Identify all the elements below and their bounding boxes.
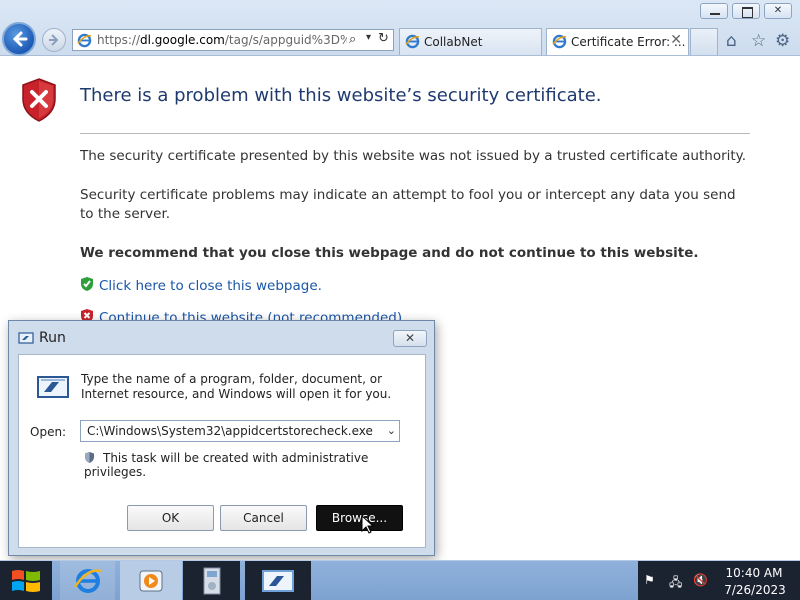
ie-page-icon	[552, 34, 567, 49]
open-combobox[interactable]: C:\Windows\System32\appidcertstorecheck.…	[80, 420, 400, 442]
maximize-button[interactable]	[732, 3, 760, 19]
action-center-flag-icon[interactable]: ⚑	[644, 573, 655, 587]
system-tray: ⚑ 🖧 🔇 10:40 AM 7/26/2023	[638, 561, 800, 600]
media-player-icon	[139, 570, 163, 592]
start-button[interactable]	[0, 561, 52, 600]
divider	[80, 133, 750, 134]
chevron-down-icon[interactable]: ⌄	[387, 424, 396, 437]
chevron-down-icon[interactable]: ▾	[366, 32, 371, 43]
favorites-star-icon[interactable]: ☆	[751, 31, 766, 51]
tab-certificate-error[interactable]: Certificate Error: ... ✕	[546, 28, 689, 55]
recommendation-text: We recommend that you close this webpage…	[80, 245, 699, 261]
uac-shield-icon	[85, 452, 94, 463]
new-tab-button[interactable]	[690, 28, 718, 55]
close-icon: ✕	[404, 331, 416, 345]
taskbar-admin-tools[interactable]	[183, 561, 240, 600]
ok-button[interactable]: OK	[127, 505, 214, 531]
home-icon[interactable]: ⌂	[726, 31, 737, 51]
run-icon	[262, 570, 294, 592]
page-title: There is a problem with this website’s s…	[80, 85, 602, 106]
forward-arrow-icon	[49, 34, 59, 46]
run-close-button[interactable]: ✕	[393, 330, 427, 347]
close-webpage-link[interactable]: Click here to close this webpage.	[80, 276, 322, 294]
volume-muted-icon[interactable]: 🔇	[693, 573, 708, 587]
open-label: Open:	[30, 425, 67, 439]
forward-button[interactable]	[42, 28, 66, 52]
internet-explorer-icon	[73, 569, 101, 593]
tab-label: CollabNet	[424, 35, 483, 49]
ie-page-icon	[405, 34, 420, 49]
back-arrow-icon	[12, 31, 28, 47]
close-tab-icon[interactable]: ✕	[670, 32, 682, 48]
green-shield-check-icon	[81, 277, 93, 291]
browse-button[interactable]: Browse...	[316, 505, 403, 531]
refresh-icon[interactable]: ↻	[378, 31, 389, 46]
run-description: Type the name of a program, folder, docu…	[81, 372, 392, 401]
run-titlebar[interactable]: Run ✕	[9, 321, 434, 355]
browser-frame: ✕ https://dl.google.com/tag/s/appguid%3D…	[0, 0, 800, 56]
close-icon: ✕	[773, 5, 783, 16]
minimize-button[interactable]	[700, 3, 728, 19]
search-icon[interactable]: ⌕	[349, 32, 356, 47]
ie-page-icon	[77, 33, 92, 48]
run-dialog-title: Run	[39, 330, 66, 346]
clock-time[interactable]: 10:40 AM	[724, 566, 784, 580]
taskbar-internet-explorer[interactable]	[60, 561, 115, 600]
paragraph-trust: The security certificate presented by th…	[80, 148, 747, 164]
taskbar-run[interactable]	[245, 561, 311, 600]
admin-tools-icon	[203, 567, 220, 595]
open-input[interactable]: C:\Windows\System32\appidcertstorecheck.…	[87, 424, 373, 438]
clock-date[interactable]: 7/26/2023	[720, 583, 790, 597]
tab-collabnet[interactable]: CollabNet	[399, 28, 542, 55]
gear-icon[interactable]: ⚙	[775, 31, 790, 51]
address-bar[interactable]: https://dl.google.com/tag/s/appguid%3D%7…	[72, 29, 394, 51]
taskbar-media-player[interactable]	[120, 561, 182, 600]
cancel-button[interactable]: Cancel	[220, 505, 307, 531]
address-url[interactable]: https://dl.google.com/tag/s/appguid%3D%7…	[97, 33, 347, 47]
run-program-icon	[37, 376, 69, 398]
back-button[interactable]	[2, 22, 36, 56]
close-window-button[interactable]: ✕	[764, 3, 792, 19]
mouse-cursor-icon	[361, 515, 375, 534]
run-icon	[18, 332, 34, 344]
network-icon[interactable]: 🖧	[669, 573, 682, 594]
tab-label: Certificate Error: ...	[571, 35, 686, 49]
taskbar: ⚑ 🖧 🔇 10:40 AM 7/26/2023	[0, 560, 800, 600]
shield-error-icon	[22, 78, 56, 122]
admin-privileges-note: This task will be created with administr…	[84, 451, 369, 479]
paragraph-warning: Security certificate problems may indica…	[80, 187, 736, 222]
windows-logo-icon	[12, 570, 40, 592]
